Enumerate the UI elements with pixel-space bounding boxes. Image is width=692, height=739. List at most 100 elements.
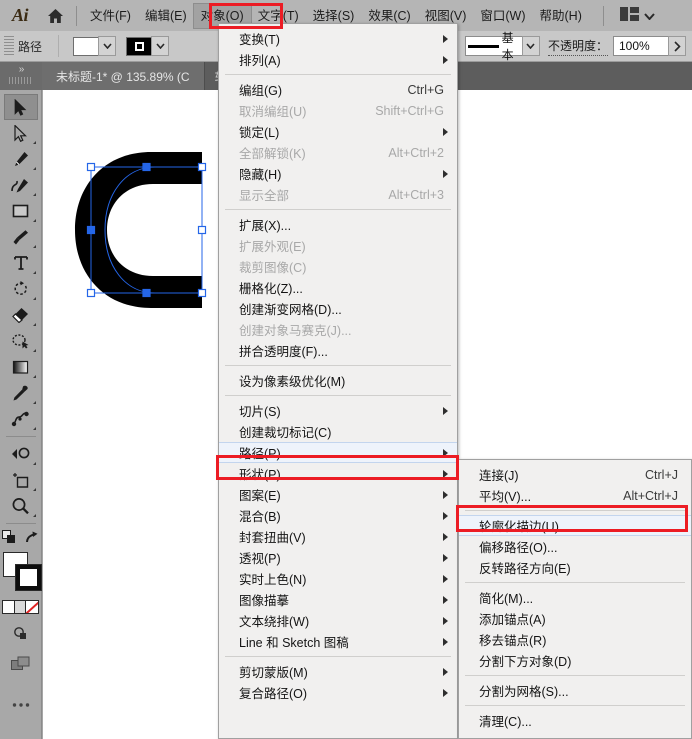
none-button[interactable] <box>25 601 38 613</box>
object-menu-item-23[interactable]: 形状(P) <box>219 463 457 484</box>
object-menu-item-22[interactable]: 路径(P) <box>219 442 457 463</box>
opacity-more-chevron-right-icon[interactable] <box>668 36 686 56</box>
object-menu-item-5[interactable]: 锁定(L) <box>219 121 457 142</box>
zoom-tool[interactable] <box>4 493 38 519</box>
undo-arrow-icon[interactable] <box>25 531 39 548</box>
workspace-switcher[interactable] <box>610 7 665 24</box>
ellipsis-icon[interactable] <box>4 692 38 718</box>
object-menu-item-1[interactable]: 排列(A) <box>219 49 457 70</box>
toolbar-divider-1 <box>5 436 36 437</box>
scale-tool[interactable] <box>4 328 38 354</box>
opacity-label: 不透明度： <box>547 37 608 56</box>
path-submenu-separator <box>465 705 685 706</box>
eraser-tool[interactable] <box>4 302 38 328</box>
opacity-input[interactable]: 100% <box>613 36 669 56</box>
control-bar-grip[interactable] <box>4 36 14 56</box>
curvature-tool[interactable] <box>4 172 38 198</box>
object-menu-item-7[interactable]: 隐藏(H) <box>219 163 457 184</box>
eyedropper-tool[interactable] <box>4 380 38 406</box>
object-menu-item-33[interactable]: 剪切蒙版(M) <box>219 661 457 682</box>
object-menu-item-21[interactable]: 创建裁切标记(C) <box>219 421 457 442</box>
stroke-dropdown-chevron-down-icon[interactable] <box>151 36 170 56</box>
object-menu-item-shortcut: Alt+Ctrl+3 <box>388 187 444 202</box>
symbol-sprayer-tool[interactable] <box>4 441 38 467</box>
object-menu-item-30[interactable]: 文本绕排(W) <box>219 610 457 631</box>
object-menu-item-31[interactable]: Line 和 Sketch 图稿 <box>219 631 457 652</box>
stroke-profile-label: 基本 <box>501 31 514 62</box>
artboard-tool[interactable] <box>4 467 38 493</box>
path-submenu-item-12[interactable]: 分割为网格(S)... <box>459 680 691 701</box>
object-menu-item-label: 创建对象马赛克(J)... <box>239 324 352 338</box>
object-menu-item-18[interactable]: 设为像素级优化(M) <box>219 370 457 391</box>
expand-panels-icon[interactable]: » <box>0 62 42 90</box>
object-menu-item-13[interactable]: 栅格化(Z)... <box>219 277 457 298</box>
gradient-tool[interactable] <box>4 354 38 380</box>
object-menu-item-25[interactable]: 混合(B) <box>219 505 457 526</box>
path-submenu-item-0[interactable]: 连接(J) Ctrl+J <box>459 464 691 485</box>
toolbar-stroke-swatch[interactable] <box>15 565 41 590</box>
stroke-profile-preview[interactable]: 基本 <box>464 31 523 62</box>
color-button[interactable] <box>3 601 14 613</box>
gradient-button[interactable] <box>14 601 25 613</box>
object-menu-item-label: 扩展外观(E) <box>239 240 306 254</box>
object-menu-item-0[interactable]: 变换(T) <box>219 28 457 49</box>
object-menu-item-27[interactable]: 透视(P) <box>219 547 457 568</box>
path-submenu-item-label: 分割为网格(S)... <box>479 685 569 699</box>
pen-tool[interactable] <box>4 146 38 172</box>
object-dropdown-menu[interactable]: 变换(T) 排列(A) 编组(G) Ctrl+G 取消编组(U) Shift+Ctrl+G… <box>218 23 458 739</box>
stroke-color-swatch[interactable] <box>126 36 153 56</box>
color-mode-buttons[interactable] <box>2 600 39 614</box>
path-submenu-item-4[interactable]: 偏移路径(O)... <box>459 536 691 557</box>
path-submenu-item-9[interactable]: 移去锚点(R) <box>459 629 691 650</box>
menubar-item-0[interactable]: 文件(F) <box>83 4 138 28</box>
object-menu-item-label: 设为像素级优化(M) <box>239 375 346 389</box>
menubar-item-7[interactable]: 窗口(W) <box>473 4 532 28</box>
menubar-item-1[interactable]: 编辑(E) <box>138 4 194 28</box>
path-submenu-item-shortcut: Ctrl+J <box>645 467 678 482</box>
document-tab[interactable]: 未标题-1* @ 135.89% (C <box>42 62 205 90</box>
chevron-right-icon <box>443 490 448 499</box>
menubar-item-8[interactable]: 帮助(H) <box>533 4 589 28</box>
object-menu-item-3[interactable]: 编组(G) Ctrl+G <box>219 79 457 100</box>
path-submenu-item-8[interactable]: 添加锚点(A) <box>459 608 691 629</box>
home-icon[interactable] <box>40 0 70 31</box>
object-menu-item-14[interactable]: 创建渐变网格(D)... <box>219 298 457 319</box>
object-menu-item-shortcut: Alt+Ctrl+2 <box>388 145 444 160</box>
type-tool[interactable] <box>4 250 38 276</box>
path-submenu-item-3[interactable]: 轮廓化描边(U) <box>459 515 691 536</box>
path-submenu-item-1[interactable]: 平均(V)... Alt+Ctrl+J <box>459 485 691 506</box>
path-submenu-item-10[interactable]: 分割下方对象(D) <box>459 650 691 671</box>
path-submenu[interactable]: 连接(J) Ctrl+J 平均(V)... Alt+Ctrl+J 轮廓化描边(U) 偏移路… <box>458 459 692 739</box>
path-submenu-item-14[interactable]: 清理(C)... <box>459 710 691 731</box>
object-menu-item-12: 裁剪图像(C) <box>219 256 457 277</box>
paintbrush-tool[interactable] <box>4 224 38 250</box>
fill-dropdown-chevron-down-icon[interactable] <box>98 36 117 56</box>
screen-mode-icon[interactable] <box>4 650 38 676</box>
direct-selection-tool[interactable] <box>4 120 38 146</box>
object-menu-item-28[interactable]: 实时上色(N) <box>219 568 457 589</box>
object-menu-item-label: 编组(G) <box>239 84 283 98</box>
path-submenu-item-5[interactable]: 反转路径方向(E) <box>459 557 691 578</box>
object-menu-item-10[interactable]: 扩展(X)... <box>219 214 457 235</box>
object-menu-item-label: 取消编组(U) <box>239 105 307 119</box>
object-menu-item-16[interactable]: 拼合透明度(F)... <box>219 340 457 361</box>
object-menu-item-label: 切片(S) <box>239 405 281 419</box>
object-menu-item-29[interactable]: 图像描摹 <box>219 589 457 610</box>
stroke-profile-line <box>467 44 499 48</box>
rotate-tool[interactable] <box>4 276 38 302</box>
rectangle-tool[interactable] <box>4 198 38 224</box>
path-submenu-item-7[interactable]: 简化(M)... <box>459 587 691 608</box>
object-menu-item-20[interactable]: 切片(S) <box>219 400 457 421</box>
selection-tool[interactable] <box>3 94 38 120</box>
draw-mode-icon[interactable] <box>4 620 38 646</box>
stroke-profile-chevron-down-icon[interactable] <box>521 36 540 56</box>
object-menu-item-24[interactable]: 图案(E) <box>219 484 457 505</box>
fill-stroke-swatches[interactable] <box>1 552 41 594</box>
change-screen-mode-icon[interactable] <box>2 530 18 548</box>
fill-color-swatch[interactable] <box>73 36 100 56</box>
chevron-right-icon <box>443 667 448 676</box>
blend-tool[interactable] <box>4 406 38 432</box>
object-menu-item-26[interactable]: 封套扭曲(V) <box>219 526 457 547</box>
object-menu-item-34[interactable]: 复合路径(O) <box>219 682 457 703</box>
path-submenu-item-shortcut: Alt+Ctrl+J <box>623 488 678 503</box>
